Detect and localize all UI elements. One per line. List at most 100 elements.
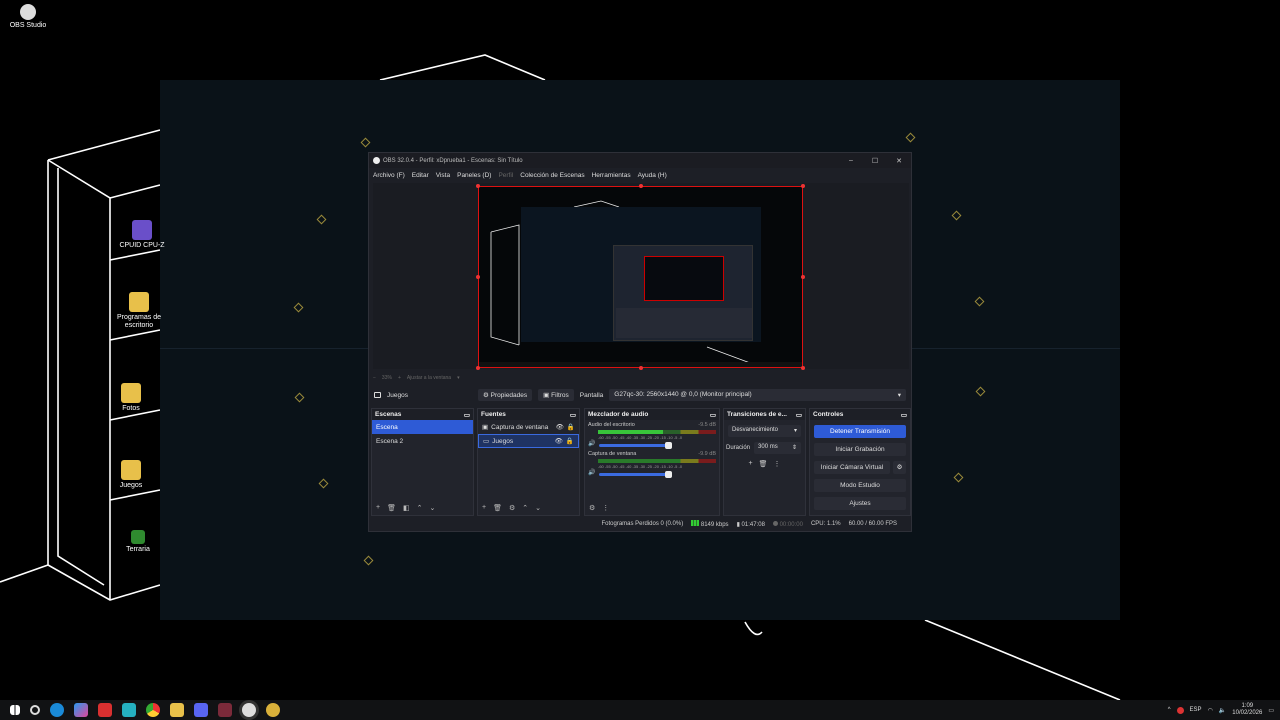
- zoom-in-button[interactable]: +: [398, 375, 401, 381]
- dock-menu-icon[interactable]: ▭: [464, 411, 470, 419]
- duration-label: Duración: [726, 445, 751, 451]
- menu-perfil[interactable]: Perfil: [498, 172, 513, 179]
- minimize-button[interactable]: –: [839, 157, 863, 165]
- system-tray: ^ ESP ◠ 🔈 1:09 10/02/2026 ▭: [1168, 703, 1280, 716]
- start-recording-button[interactable]: Iniciar Grabación: [814, 443, 906, 456]
- add-icon[interactable]: +: [749, 460, 753, 468]
- gear-icon[interactable]: ⚙: [509, 504, 515, 512]
- source-item[interactable]: ▣ Captura de ventana 👁 🔒: [478, 420, 579, 434]
- virtual-camera-settings-icon[interactable]: ⚙: [893, 461, 906, 474]
- duration-value: 300 ms: [758, 444, 778, 450]
- filter-icon[interactable]: ◧: [403, 504, 410, 512]
- trash-icon[interactable]: 🗑: [493, 504, 502, 512]
- speaker-icon[interactable]: 🔊: [588, 469, 595, 476]
- add-icon[interactable]: +: [482, 504, 486, 512]
- app-red-icon[interactable]: [98, 703, 112, 717]
- scenes-dock: Escenas ▭ Escena Escena 2 + 🗑 ◧ ⌃ ⌄: [371, 408, 474, 516]
- wifi-icon[interactable]: ◠: [1208, 707, 1213, 714]
- more-icon[interactable]: ⋮: [773, 460, 780, 468]
- zoom-dropdown[interactable]: ▾: [457, 375, 460, 381]
- menu-editar[interactable]: Editar: [412, 172, 429, 179]
- dock-menu-icon[interactable]: ▭: [570, 411, 576, 419]
- close-button[interactable]: ✕: [887, 157, 911, 165]
- app-teal-icon[interactable]: [122, 703, 136, 717]
- file-explorer-icon[interactable]: [170, 703, 184, 717]
- menu-ayuda[interactable]: Ayuda (H): [638, 172, 667, 179]
- app-yellow-icon[interactable]: [266, 703, 280, 717]
- dock-menu-icon[interactable]: ▭: [796, 411, 802, 419]
- obs-taskbar-icon[interactable]: [242, 703, 256, 717]
- sources-title: Fuentes: [481, 411, 506, 418]
- trash-icon[interactable]: 🗑: [387, 504, 396, 512]
- volume-icon[interactable]: 🔈: [1219, 707, 1226, 714]
- tray-chevron-icon[interactable]: ^: [1168, 707, 1171, 713]
- preview-canvas[interactable]: [478, 186, 803, 368]
- chrome-icon[interactable]: [146, 703, 160, 717]
- scene-item[interactable]: Escena 2: [372, 434, 473, 448]
- edge-icon[interactable]: [50, 703, 64, 717]
- properties-button[interactable]: ⚙ Propiedades: [478, 389, 533, 401]
- tray-app-icon[interactable]: [1176, 706, 1184, 714]
- fit-to-window[interactable]: Ajustar a la ventana: [407, 375, 451, 381]
- trash-icon[interactable]: 🗑: [759, 460, 768, 468]
- move-down-icon[interactable]: ⌄: [429, 504, 435, 512]
- zoom-out-button[interactable]: −: [373, 375, 376, 381]
- discord-icon[interactable]: [194, 703, 208, 717]
- lock-icon[interactable]: 🔒: [567, 423, 575, 431]
- taskbar: ^ ESP ◠ 🔈 1:09 10/02/2026 ▭: [0, 700, 1280, 720]
- display-select[interactable]: G27qc-30: 2560x1440 @ 0,0 (Monitor princ…: [609, 389, 906, 401]
- eye-icon[interactable]: 👁: [555, 437, 563, 445]
- more-icon[interactable]: ⋮: [602, 504, 609, 512]
- notifications-icon[interactable]: ▭: [1268, 707, 1274, 714]
- desktop-icon-obs[interactable]: OBS Studio: [0, 4, 56, 30]
- desktop-icon-cpuz[interactable]: CPUID CPU-Z: [114, 220, 170, 250]
- windows-start-icon[interactable]: [10, 705, 20, 715]
- add-icon[interactable]: +: [376, 504, 380, 512]
- zoom-value: 33%: [381, 375, 392, 381]
- app-maroon-icon[interactable]: [218, 703, 232, 717]
- menu-archivo[interactable]: Archivo (F): [373, 172, 405, 179]
- desktop-icon-label: Juegos: [119, 482, 143, 489]
- menu-paneles[interactable]: Paneles (D): [457, 172, 491, 179]
- copilot-icon[interactable]: [74, 703, 88, 717]
- eye-icon[interactable]: 👁: [556, 423, 564, 431]
- language-indicator[interactable]: ESP: [1190, 707, 1202, 713]
- clock[interactable]: 1:09 10/02/2026: [1232, 703, 1262, 716]
- volume-slider[interactable]: [599, 470, 673, 478]
- maximize-button[interactable]: ☐: [863, 157, 887, 165]
- desktop-icon-terraria[interactable]: Terraria: [110, 530, 166, 554]
- folder-icon: [129, 292, 149, 312]
- menu-herramientas[interactable]: Herramientas: [592, 172, 631, 179]
- chevron-down-icon: ▾: [897, 392, 901, 399]
- desktop-icon-label: Terraria: [126, 546, 150, 553]
- menu-coleccion-escenas[interactable]: Colección de Escenas: [520, 172, 584, 179]
- mixer-title: Mezclador de audio: [588, 411, 649, 418]
- scene-item[interactable]: Escena: [372, 420, 473, 434]
- desktop-icon-juegos[interactable]: Juegos: [103, 460, 159, 490]
- source-toolbar: Juegos ⚙ Propiedades ▣ Filtros Pantalla …: [369, 387, 911, 403]
- settings-button[interactable]: Ajustes: [814, 497, 906, 510]
- dock-menu-icon[interactable]: ▭: [901, 411, 907, 419]
- studio-mode-button[interactable]: Modo Estudio: [814, 479, 906, 492]
- desktop-icon-programas[interactable]: Programas de escritorio: [111, 292, 167, 330]
- volume-slider[interactable]: [599, 441, 673, 449]
- menu-vista[interactable]: Vista: [436, 172, 450, 179]
- desktop-icon-label: Fotos: [122, 405, 140, 412]
- audio-mixer-dock: Mezclador de audio ▭ Audio del escritorio…: [584, 408, 720, 516]
- stop-stream-button[interactable]: Detener Transmisión: [814, 425, 906, 438]
- filters-button[interactable]: ▣ Filtros: [538, 389, 574, 401]
- transition-select[interactable]: Desvanecimiento ▾: [728, 425, 801, 437]
- duration-input[interactable]: 300 ms ⇕: [754, 442, 801, 454]
- move-down-icon[interactable]: ⌄: [535, 504, 541, 512]
- search-icon[interactable]: [30, 705, 40, 715]
- desktop-icon-fotos[interactable]: Fotos: [103, 383, 159, 413]
- dock-menu-icon[interactable]: ▭: [710, 411, 716, 419]
- mixer-settings-icon[interactable]: ⚙: [589, 504, 595, 512]
- move-up-icon[interactable]: ⌃: [417, 504, 423, 512]
- start-virtual-camera-button[interactable]: Iniciar Cámara Virtual: [814, 461, 890, 474]
- source-item[interactable]: ▭ Juegos 👁 🔒: [478, 434, 579, 448]
- lock-icon[interactable]: 🔒: [566, 437, 574, 445]
- move-up-icon[interactable]: ⌃: [522, 504, 528, 512]
- speaker-icon[interactable]: 🔊: [588, 440, 595, 447]
- volume-meter: [598, 430, 716, 434]
